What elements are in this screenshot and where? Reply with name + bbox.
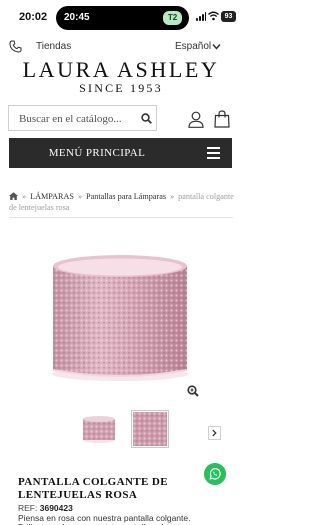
brand-tagline: SINCE 1953 — [79, 81, 163, 95]
chevron-down-icon[interactable] — [212, 43, 221, 50]
search-box[interactable] — [8, 105, 157, 131]
bag-icon[interactable] — [214, 110, 230, 128]
breadcrumb-separator: » — [170, 192, 175, 201]
product-thumbnail[interactable] — [80, 410, 118, 448]
main-menu-bar[interactable]: MENÚ PRINCIPAL — [9, 138, 232, 168]
zoom-icon[interactable] — [187, 385, 199, 397]
battery-icon: 93 — [221, 11, 236, 22]
whatsapp-icon[interactable] — [204, 463, 226, 485]
breadcrumb-item-pantallas[interactable]: Pantallas para Lámparas — [86, 192, 166, 201]
dynamic-island: 20:45 T2 — [56, 6, 189, 30]
search-icon[interactable] — [141, 113, 152, 124]
breadcrumb-item-lamparas[interactable]: LÁMPARAS — [30, 192, 74, 201]
search-input[interactable] — [19, 111, 131, 126]
product-ref: REF: 3690423 — [18, 503, 73, 513]
divider — [9, 217, 233, 218]
island-time: 20:45 — [64, 12, 90, 23]
user-icon[interactable] — [188, 111, 204, 128]
home-icon[interactable] — [9, 192, 18, 200]
ref-label: REF: — [18, 503, 38, 513]
product-title: PANTALLA COLGANTE DE LENTEJUELAS ROSA — [18, 476, 169, 501]
product-thumbnail-selected[interactable] — [131, 410, 169, 448]
breadcrumb: » LÁMPARAS» Pantallas para Lámparas» pantal… — [9, 191, 235, 213]
breadcrumb-separator: » — [22, 192, 27, 201]
wifi-icon — [208, 11, 219, 21]
stores-link[interactable]: Tiendas — [36, 41, 71, 52]
island-badge: T2 — [163, 11, 182, 25]
main-menu-label: MENÚ PRINCIPAL — [48, 147, 146, 159]
phone-icon[interactable] — [9, 40, 22, 53]
status-time: 20:02 — [19, 11, 48, 23]
breadcrumb-separator: » — [77, 192, 83, 201]
ref-value: 3690423 — [39, 503, 73, 513]
hamburger-icon[interactable] — [207, 147, 220, 159]
status-bar: 20:02 20:45 T2 93 — [0, 0, 242, 34]
brand-logo[interactable]: LAURA ASHLEY — [0, 57, 242, 83]
signal-icon — [196, 12, 206, 21]
product-image[interactable] — [50, 254, 190, 382]
chevron-right-icon[interactable] — [208, 426, 221, 440]
language-selector[interactable]: Español — [175, 41, 211, 52]
